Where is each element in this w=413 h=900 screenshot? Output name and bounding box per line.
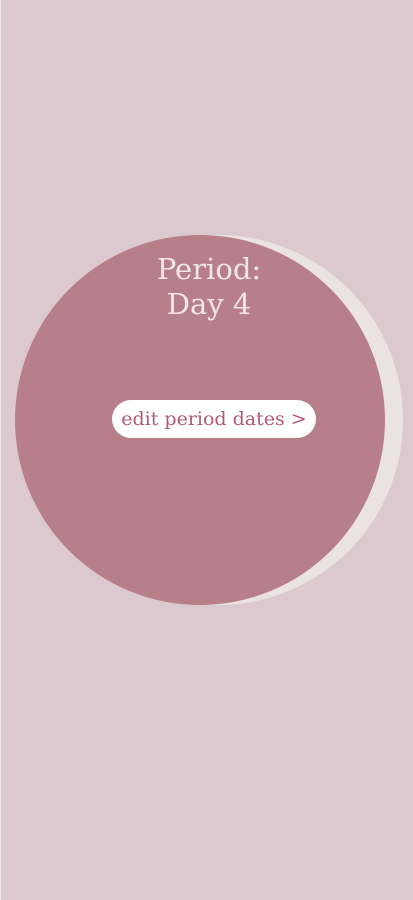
edit-period-dates-button[interactable]: edit period dates > [112,400,316,438]
screen-edge-divider [0,0,1,900]
period-label: Period: [156,252,262,286]
period-screen: Period: Day 4 edit period dates > [0,0,413,900]
period-status-title: Period: Day 4 [15,252,403,322]
period-day-count: Day 4 [166,287,252,321]
